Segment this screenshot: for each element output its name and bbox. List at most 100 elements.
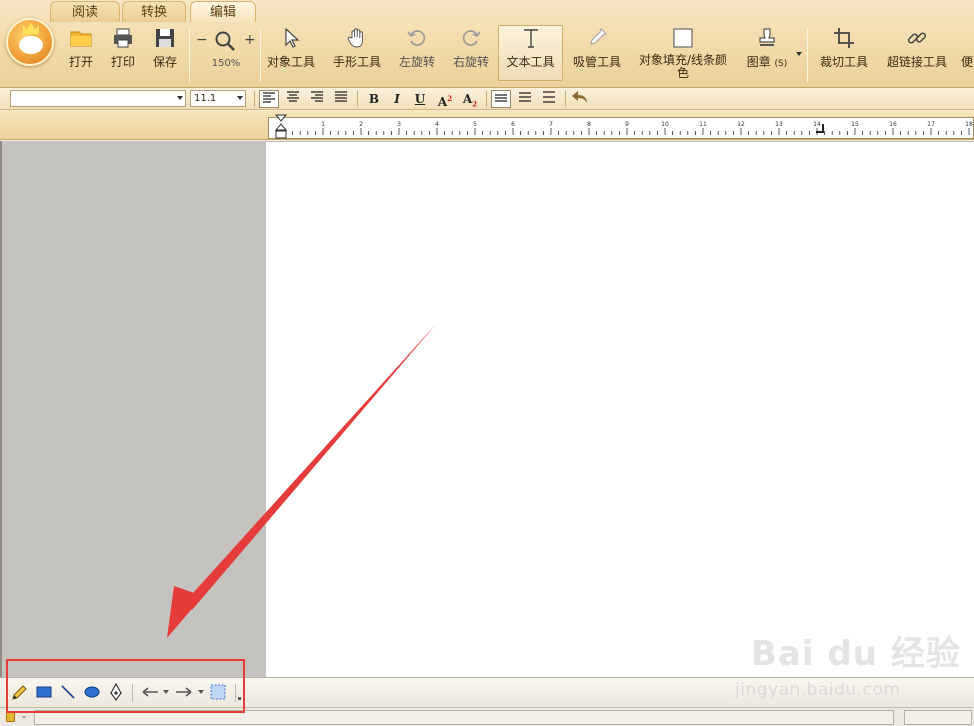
superscript-mark: 2 <box>447 94 453 103</box>
eyedropper-label: 吸管工具 <box>572 55 621 69</box>
arrow-right-icon[interactable] <box>174 682 194 702</box>
line-spacing-single-button[interactable] <box>491 90 511 108</box>
stamp-button[interactable]: 图章 (S) <box>742 26 792 82</box>
chevron-down-icon[interactable] <box>163 690 169 695</box>
open-button[interactable]: 打开 <box>62 26 100 82</box>
subscript-mark: 2 <box>472 99 478 109</box>
font-size-select[interactable]: 11.1 <box>190 90 246 107</box>
rotate-right-button[interactable]: 右旋转 <box>448 26 494 82</box>
separator <box>565 91 566 107</box>
ruler-number: 13 <box>775 121 783 128</box>
align-right-button[interactable] <box>307 90 327 108</box>
stamp-dropdown-arrow[interactable] <box>796 52 802 56</box>
app-logo[interactable] <box>6 18 54 66</box>
align-right-icon <box>311 91 323 102</box>
fill-line-color-button[interactable]: 对象填充/线条颜 色 <box>636 26 730 82</box>
format-toolbar: 11.1 B I U A2 A2 <box>0 88 974 110</box>
font-name-select[interactable] <box>10 90 186 107</box>
printer-icon <box>114 28 132 48</box>
magnifier-icon[interactable] <box>214 30 236 52</box>
align-justify-icon <box>335 91 347 102</box>
crop-icon <box>834 28 854 48</box>
line-spacing-wide-button[interactable] <box>539 90 559 108</box>
line-icon[interactable] <box>58 682 78 702</box>
ellipse-icon[interactable] <box>82 682 102 702</box>
rectangle-icon[interactable] <box>34 682 54 702</box>
italic-button[interactable]: I <box>387 90 407 108</box>
indent-marker-icon[interactable] <box>275 114 287 140</box>
tab-read[interactable]: 阅读 <box>50 1 120 22</box>
hyperlink-tool-button[interactable]: 超链接工具 <box>884 26 950 82</box>
tab-stop-marker-icon[interactable] <box>816 124 825 133</box>
rotate-left-button[interactable]: 左旋转 <box>394 26 440 82</box>
object-tool-label: 对象工具 <box>266 55 315 69</box>
toolbar-grip[interactable] <box>238 697 241 700</box>
superscript-base: A <box>437 95 448 109</box>
document-canvas[interactable] <box>266 141 974 677</box>
pen-nib-icon[interactable] <box>106 682 126 702</box>
superscript-button[interactable]: A2 <box>435 90 455 109</box>
status-cell <box>34 710 894 725</box>
print-button[interactable]: 打印 <box>104 26 142 82</box>
ruler-number: 15 <box>851 121 859 128</box>
align-center-icon <box>287 91 299 102</box>
separator <box>486 91 487 107</box>
pencil-icon[interactable] <box>10 682 30 702</box>
object-tool-button[interactable]: 对象工具 <box>264 26 318 82</box>
ruler-number: 1 <box>321 121 325 128</box>
status-bar: - <box>0 707 974 726</box>
open-label: 打开 <box>68 55 93 69</box>
subscript-button[interactable]: A2 <box>460 90 480 108</box>
separator <box>235 684 236 702</box>
align-justify-button[interactable] <box>331 90 351 108</box>
separator <box>357 91 358 107</box>
zoom-out-button[interactable]: − <box>196 32 208 48</box>
ruler-number: 6 <box>511 121 515 128</box>
text-tool-button[interactable]: 文本工具 <box>498 25 563 81</box>
area-select-icon[interactable] <box>208 682 228 702</box>
horizontal-ruler[interactable]: 1 2 3 4 5 6 7 8 9 10 11 12 13 14 15 16 17 18 <box>268 117 974 139</box>
ruler-number: 11 <box>699 121 707 128</box>
save-button[interactable]: 保存 <box>146 26 184 82</box>
rotate-right-icon <box>462 30 481 46</box>
bold-button[interactable]: B <box>364 90 384 108</box>
ribbon: 阅读 转换 编辑 打开 打印 保存 − + 150% 对象工具 手形工具 左旋转… <box>0 0 974 88</box>
stamp-shortcut: (S) <box>774 59 788 69</box>
ruler-number: 10 <box>661 121 669 128</box>
undo-button[interactable] <box>570 90 590 108</box>
line-spacing-medium-icon <box>519 92 531 102</box>
print-label: 打印 <box>110 55 135 69</box>
overflow-icon <box>960 26 974 50</box>
hand-tool-button[interactable]: 手形工具 <box>330 26 384 82</box>
chevron-down-icon[interactable] <box>198 690 204 695</box>
undo-arrow-icon <box>572 91 587 103</box>
ruler-number: 16 <box>889 121 897 128</box>
link-icon <box>907 32 927 44</box>
stamp-text: 图章 <box>746 55 771 69</box>
underline-button[interactable]: U <box>410 90 430 108</box>
rotate-right-label: 右旋转 <box>452 55 489 69</box>
tab-convert[interactable]: 转换 <box>122 1 186 22</box>
arrow-left-icon[interactable] <box>140 682 160 702</box>
ruler-number: 9 <box>625 121 629 128</box>
align-center-button[interactable] <box>283 90 303 108</box>
overflow-tool-button[interactable]: 便 <box>960 26 974 82</box>
color-swatch-icon <box>673 28 693 48</box>
line-spacing-medium-button[interactable] <box>515 90 535 108</box>
zoom-in-button[interactable]: + <box>244 32 256 48</box>
eyedropper-button[interactable]: 吸管工具 <box>570 26 624 82</box>
chevron-down-icon <box>237 96 243 100</box>
crop-tool-button[interactable]: 裁切工具 <box>816 26 872 82</box>
ruler-number: 12 <box>737 121 745 128</box>
tab-edit[interactable]: 编辑 <box>190 1 256 22</box>
align-left-button[interactable] <box>259 90 279 108</box>
ruler-number: 5 <box>473 121 477 128</box>
crop-tool-label: 裁切工具 <box>819 55 868 69</box>
separator <box>254 91 255 107</box>
ruler-number: 4 <box>435 121 439 128</box>
ruler-number: 18 <box>965 121 973 128</box>
crown-icon <box>23 23 39 34</box>
eyedropper-icon <box>590 27 608 45</box>
mascot-icon <box>19 36 43 54</box>
zoom-level[interactable]: 150% <box>194 58 258 69</box>
